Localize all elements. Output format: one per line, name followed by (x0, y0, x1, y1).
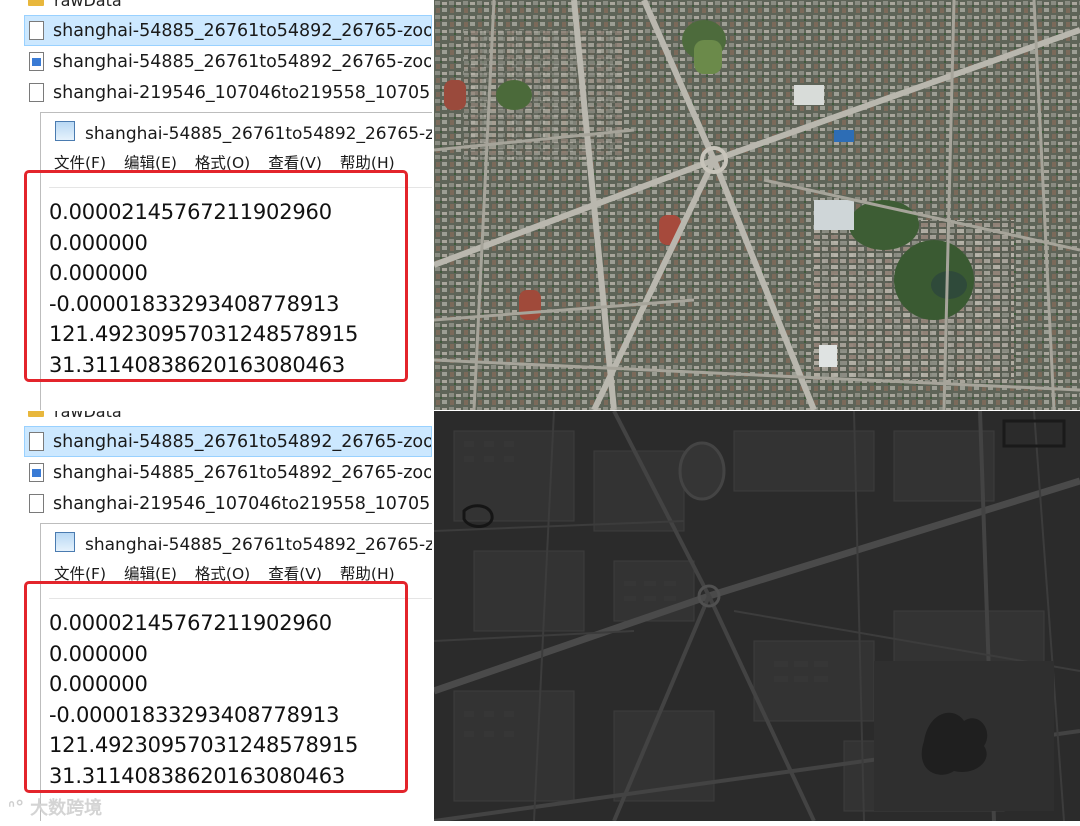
notepad-titlebar[interactable]: shanghai-54885_26761to54892_26765-zoom17… (41, 524, 432, 560)
watermark-text: 大数跨境 (30, 798, 103, 819)
top-panel: rawData shanghai-54885_26761to54892_2676… (0, 0, 1080, 410)
file-explorer: rawData shanghai-54885_26761to54892_2676… (0, 0, 432, 410)
watermark-logo-icon: ᐢ° (8, 796, 25, 818)
file-list: shanghai-54885_26761to54892_26765-zoom17… (24, 15, 432, 108)
satellite-map-image (434, 0, 1080, 410)
document-icon (29, 83, 44, 102)
notepad-titlebar[interactable]: shanghai-54885_26761to54892_26765-zoom17… (41, 113, 432, 149)
folder-row[interactable]: rawData (26, 0, 122, 10)
notepad-title: shanghai-54885_26761to54892_26765-zoom17… (85, 534, 432, 555)
notepad-icon (55, 532, 75, 552)
folder-icon (28, 411, 44, 417)
file-list: shanghai-54885_26761to54892_26765-zoom17… (24, 426, 432, 519)
file-name: shanghai-219546_107046to219558_107053-zo… (53, 493, 431, 514)
image-file-icon (29, 52, 44, 71)
dark-vector-map[interactable] (434, 411, 1080, 821)
file-row[interactable]: shanghai-54885_26761to54892_26765-zoom17 (24, 15, 432, 46)
notepad-icon (55, 121, 75, 141)
file-name: shanghai-54885_26761to54892_26765-zoom17 (53, 20, 432, 41)
folder-row[interactable]: rawData (26, 411, 122, 421)
file-row[interactable]: shanghai-54885_26761to54892_26765-zoom17 (24, 426, 432, 457)
image-file-icon (29, 463, 44, 482)
highlight-box (24, 170, 408, 382)
highlight-box (24, 581, 408, 793)
file-name: shanghai-54885_26761to54892_26765-zoom17 (53, 51, 432, 72)
file-row[interactable]: shanghai-54885_26761to54892_26765-zoom17 (24, 457, 432, 488)
document-icon (29, 432, 44, 451)
file-row[interactable]: shanghai-219546_107046to219558_107053-zo… (24, 77, 432, 108)
file-name: shanghai-54885_26761to54892_26765-zoom17 (53, 462, 432, 483)
file-name: shanghai-54885_26761to54892_26765-zoom17 (53, 431, 432, 452)
file-row[interactable]: shanghai-219546_107046to219558_107053-zo… (24, 488, 432, 519)
bottom-panel: rawData shanghai-54885_26761to54892_2676… (0, 411, 1080, 821)
folder-icon (28, 0, 44, 6)
file-row[interactable]: shanghai-54885_26761to54892_26765-zoom17 (24, 46, 432, 77)
document-icon (29, 21, 44, 40)
notepad-title: shanghai-54885_26761to54892_26765-zoom17… (85, 123, 432, 144)
dark-vector-map-image (434, 411, 1080, 821)
document-icon (29, 494, 44, 513)
folder-label: rawData (54, 411, 122, 421)
watermark: ᐢ° 大数跨境 (8, 794, 102, 820)
file-explorer: rawData shanghai-54885_26761to54892_2676… (0, 411, 432, 821)
folder-label: rawData (54, 0, 122, 10)
satellite-map[interactable] (434, 0, 1080, 410)
file-name: shanghai-219546_107046to219558_107053-zo… (53, 82, 431, 103)
